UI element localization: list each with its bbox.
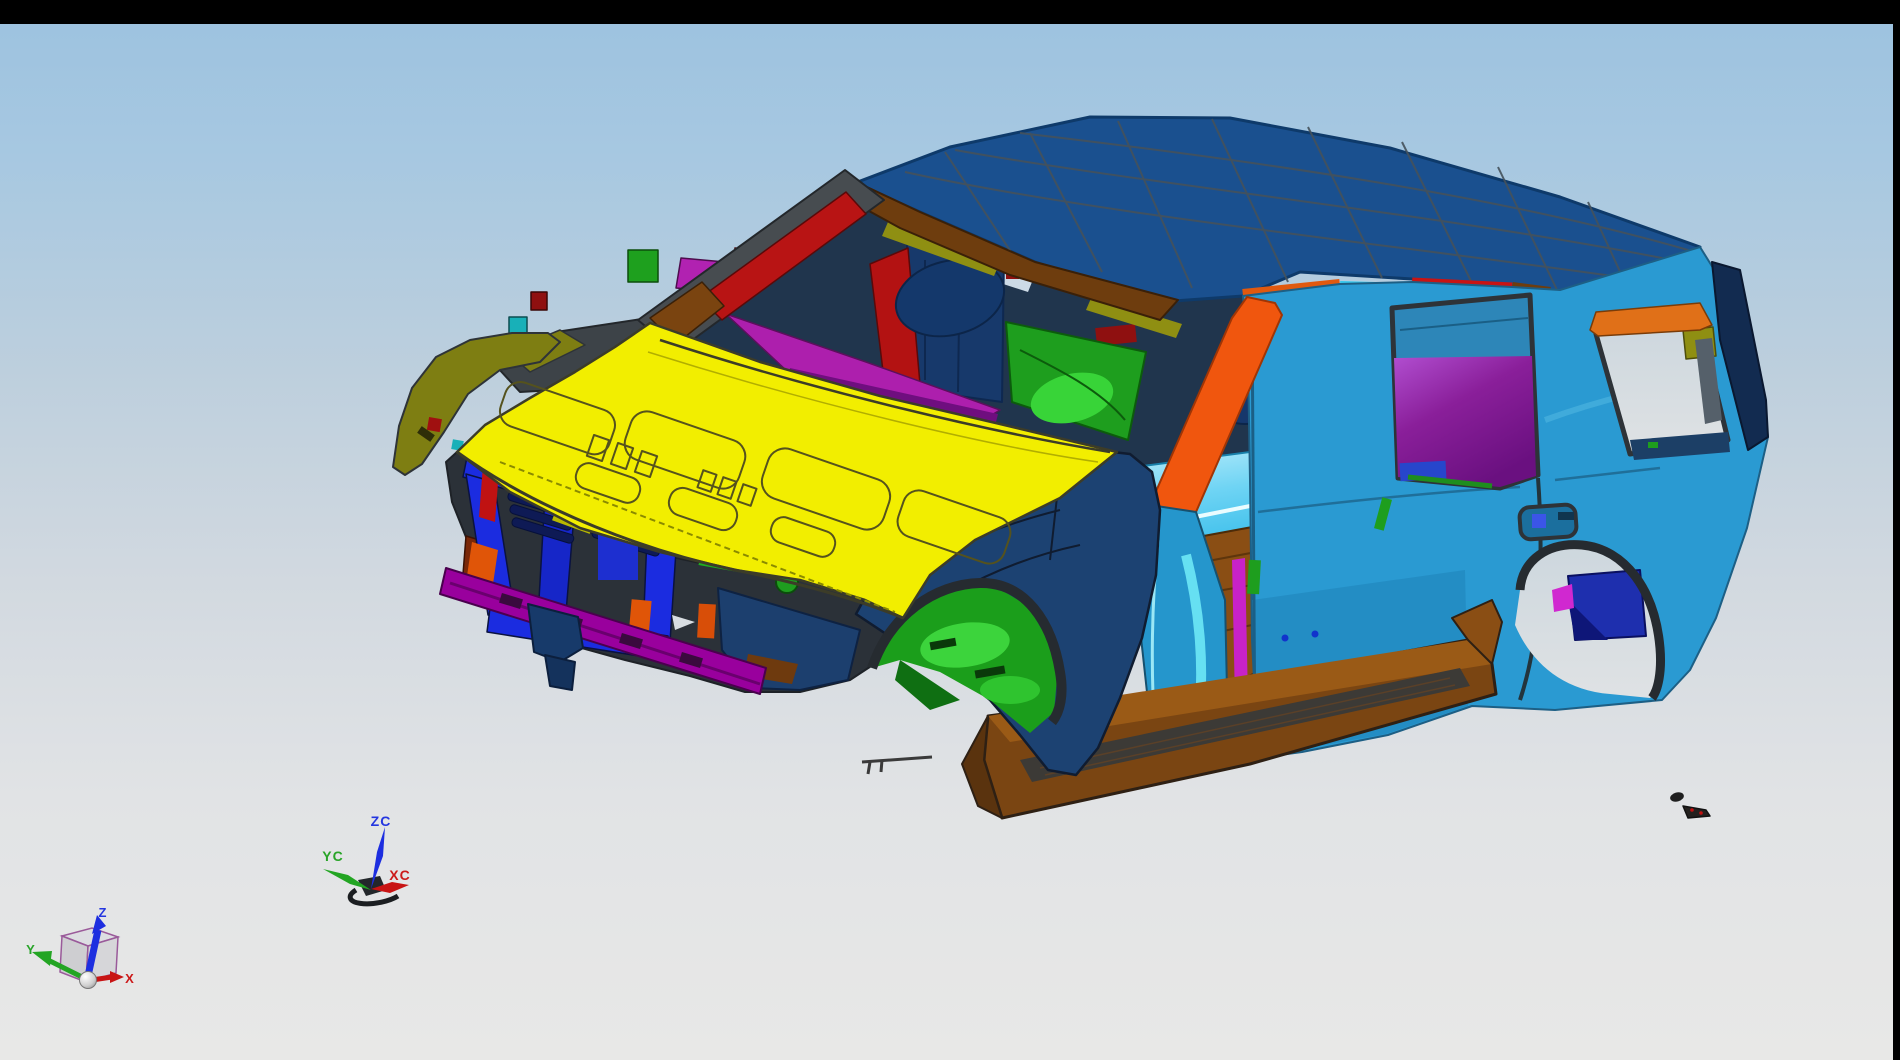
top-edge-strip bbox=[0, 0, 1900, 24]
door-handle[interactable] bbox=[1519, 504, 1577, 540]
rear-door-window bbox=[1392, 295, 1538, 488]
graphics-viewport[interactable]: ZC YC XC Z Y X bbox=[0, 0, 1900, 1060]
view-z-label: Z bbox=[99, 905, 108, 920]
cad-application-window: ZC YC XC Z Y X bbox=[0, 0, 1900, 1060]
wcs-y-label: YC bbox=[322, 848, 343, 864]
view-x-label: X bbox=[125, 971, 135, 986]
wcs-x-label: XC bbox=[389, 867, 410, 883]
view-y-label: Y bbox=[26, 942, 36, 957]
view-origin-sphere[interactable] bbox=[80, 972, 97, 989]
right-edge-strip bbox=[1893, 0, 1900, 1060]
wcs-z-label: ZC bbox=[371, 813, 392, 829]
